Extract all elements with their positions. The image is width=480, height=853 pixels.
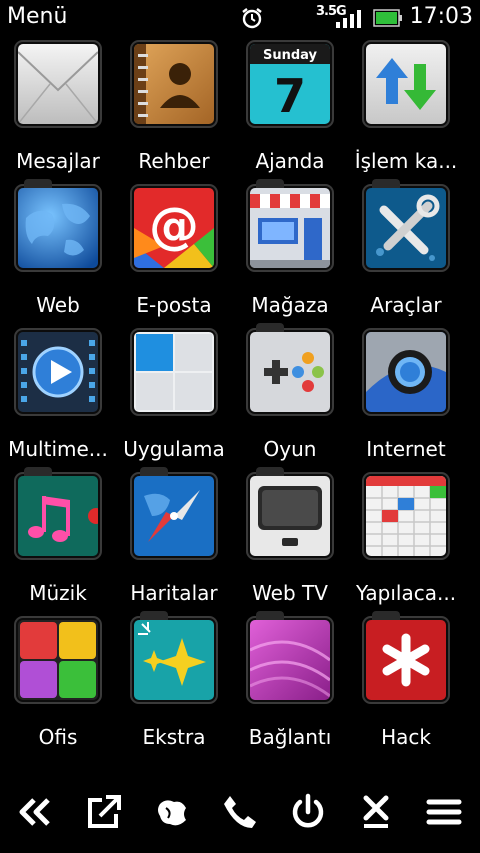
internet-ring-icon (362, 328, 450, 416)
app-islem-kayitlari[interactable]: İşlem ka... (348, 36, 464, 180)
app-muzik[interactable]: Müzik (0, 467, 116, 612)
envelope-icon (14, 40, 102, 128)
calendar-date: 7 (274, 69, 306, 123)
app-e-posta[interactable]: @ E-posta (116, 180, 232, 324)
app-label: E-posta (136, 293, 212, 317)
app-label: Araçlar (370, 293, 442, 317)
office-squares-icon (14, 616, 102, 704)
store-icon (246, 179, 334, 272)
menu-button[interactable] (424, 792, 464, 832)
globe-icon (14, 179, 102, 272)
menu-lines-icon (426, 799, 462, 825)
todo-grid-icon (362, 472, 450, 560)
tv-icon (246, 467, 334, 560)
app-label: İşlem ka... (354, 149, 458, 173)
app-ofis[interactable]: Ofis (0, 612, 116, 756)
open-external-icon (88, 795, 121, 828)
alarm-clock-icon (242, 8, 262, 29)
app-label: Bağlantı (248, 725, 332, 749)
play-film-icon (14, 328, 102, 416)
status-title: Menü (7, 4, 68, 29)
app-label: Ekstra (142, 725, 206, 749)
app-mesajlar[interactable]: Mesajlar (0, 36, 116, 180)
calendar-day: Sunday (263, 48, 318, 63)
power-button[interactable] (288, 792, 328, 832)
app-label: Web TV (252, 581, 328, 605)
contacts-book-icon (130, 40, 218, 128)
asterisk-icon (362, 611, 450, 704)
battery-icon (373, 9, 402, 27)
app-yapilacaklar[interactable]: Yapılaca... (348, 468, 464, 612)
app-ajanda[interactable]: Sunday 7 Ajanda (232, 36, 348, 180)
transfer-arrows-icon (362, 40, 450, 128)
app-label: Ajanda (255, 149, 325, 173)
app-web[interactable]: Web (0, 179, 116, 324)
app-label: Oyun (263, 437, 317, 461)
app-magaza[interactable]: Mağaza (232, 179, 348, 324)
status-bar: Menü 3.5G 17:03 (0, 0, 480, 36)
app-web-tv[interactable]: Web TV (232, 467, 348, 612)
tools-icon (362, 179, 450, 272)
app-label: Hack (381, 725, 431, 749)
app-label: Yapılaca... (355, 581, 457, 605)
music-notes-icon (14, 467, 102, 560)
call-button[interactable] (220, 792, 260, 832)
close-button[interactable] (356, 792, 396, 832)
app-label: Web (36, 293, 80, 317)
app-baglanti[interactable]: Bağlantı (232, 611, 348, 756)
globe-map-icon (158, 800, 186, 826)
app-label: Mağaza (251, 293, 329, 317)
back-button[interactable] (14, 792, 54, 832)
app-ekstra[interactable]: Ekstra (116, 611, 232, 756)
sparkle-stars-icon (130, 611, 218, 704)
bottom-toolbar (0, 772, 480, 853)
svg-text:@: @ (149, 197, 199, 255)
app-hack[interactable]: Hack (348, 611, 464, 756)
app-haritalar[interactable]: Haritalar (116, 467, 232, 612)
app-uygulama[interactable]: Uygulama (116, 324, 232, 468)
app-label: Mesajlar (16, 149, 100, 173)
map-button[interactable] (152, 792, 192, 832)
app-label: Uygulama (123, 437, 225, 461)
status-time: 17:03 (409, 4, 473, 29)
compass-icon (130, 467, 218, 560)
calendar-icon: Sunday 7 (246, 40, 334, 128)
open-button[interactable] (84, 792, 124, 832)
app-label: Ofis (38, 725, 78, 749)
app-label: Internet (366, 437, 446, 461)
app-multimedya[interactable]: Multime... (0, 324, 116, 468)
apps-grid-icon (130, 328, 218, 416)
app-label: Rehber (138, 149, 210, 173)
app-internet[interactable]: Internet (348, 324, 464, 468)
at-sign-icon: @ (130, 184, 218, 272)
app-label: Müzik (29, 581, 87, 605)
app-araclar[interactable]: Araçlar (348, 179, 464, 324)
app-oyun[interactable]: Oyun (232, 323, 348, 468)
app-label: Multime... (8, 437, 108, 461)
close-x-icon (363, 795, 389, 828)
app-rehber[interactable]: Rehber (116, 36, 232, 180)
gamepad-icon (246, 323, 334, 416)
power-icon (292, 793, 324, 828)
back-double-chevron-icon (19, 798, 50, 826)
signal-icon (336, 10, 361, 28)
phone-icon (224, 796, 256, 828)
app-label: Haritalar (130, 581, 218, 605)
connection-folder-icon (246, 611, 334, 704)
